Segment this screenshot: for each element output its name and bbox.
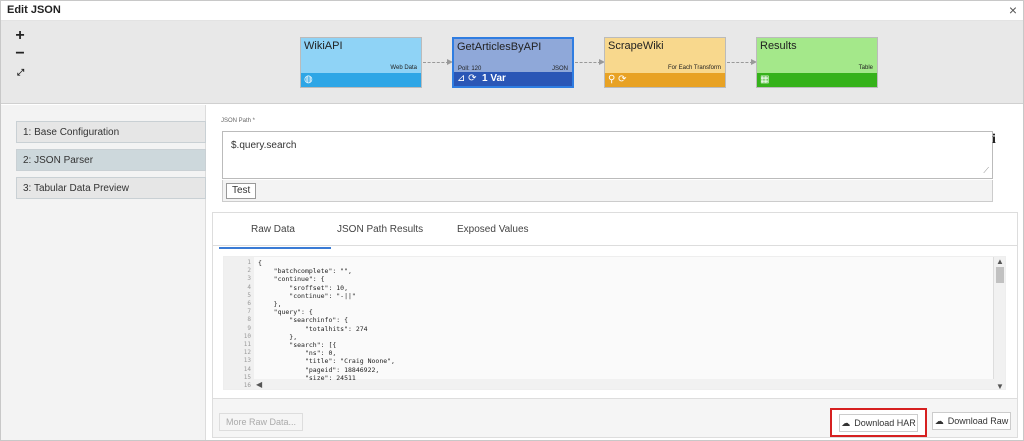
step-json-parser[interactable]: 2: JSON Parser [16, 149, 206, 171]
steps-sidebar: 1: Base Configuration 2: JSON Parser 3: … [1, 105, 206, 440]
line-number: 1 [247, 259, 251, 266]
download-har-button[interactable]: ☁ Download HAR [839, 414, 918, 432]
panel-footer: More Raw Data... ☁ Download HAR ☁ Download… [213, 398, 1017, 437]
test-button[interactable]: Test [226, 183, 257, 199]
node-status-bar: ⚲ ⟳ [605, 73, 725, 87]
tab-exposed-values[interactable]: Exposed Values [457, 224, 529, 235]
line-number: 16 [243, 382, 251, 389]
node-name: WikiAPI [304, 40, 343, 52]
flow-node-results[interactable]: Results Table ▦ [756, 37, 878, 88]
code-line: "continue": { [258, 275, 325, 284]
code-line: "search": [{ [258, 341, 337, 349]
node-name: Results [760, 40, 797, 52]
code-line: }, [258, 332, 298, 341]
dialog-title: Edit JSON [7, 4, 61, 16]
json-path-value: $.query.search [231, 140, 297, 151]
close-icon[interactable]: × [1009, 2, 1017, 18]
fit-screen-icon[interactable]: ⤢ [10, 63, 30, 81]
node-status-bar: ⊿ ⟳ 1 Var [454, 72, 572, 86]
step-tabular-data-preview[interactable]: 3: Tabular Data Preview [16, 177, 206, 199]
zoom-out-button[interactable]: − [10, 45, 30, 63]
download-raw-label: Download Raw [947, 416, 1009, 426]
node-name: GetArticlesByAPI [457, 41, 542, 53]
zoom-controls: + − ⤢ [10, 27, 30, 81]
tab-bar: Raw Data JSON Path Results Exposed Value… [213, 213, 1017, 249]
scroll-up-icon[interactable]: ▲ [996, 257, 1004, 266]
line-number: 4 [247, 283, 251, 291]
node-var-count: 1 Var [482, 73, 506, 84]
node-status-bar: ▦ [757, 73, 877, 87]
tab-json-path-results[interactable]: JSON Path Results [337, 224, 423, 235]
vertical-scrollbar[interactable]: ▲ ▼ [993, 257, 1005, 389]
node-type: For Each Transform [667, 65, 721, 71]
line-number: 14 [243, 365, 251, 373]
node-status-bar: ◍ [301, 73, 421, 87]
line-number: 5 [247, 291, 251, 299]
code-line: { [258, 259, 262, 267]
info-icon[interactable]: i [992, 132, 996, 148]
horizontal-scrollbar[interactable]: ◀ [254, 379, 995, 389]
line-number: 12 [243, 349, 251, 357]
globe-icon: ◍ [304, 74, 313, 85]
scroll-thumb[interactable] [996, 267, 1004, 283]
code-line: "size": 24511 [258, 373, 356, 382]
line-number: 8 [247, 316, 251, 324]
node-type: Table [858, 65, 873, 71]
json-path-input[interactable]: $.query.search ⟋ [222, 131, 993, 179]
line-number-gutter: 1 2 3 4 5 6 7 8 9 10 11 12 13 14 15 16 [224, 257, 254, 389]
json-path-label: JSON Path * [221, 118, 256, 124]
line-number: 15 [243, 373, 251, 381]
code-line: "sroffset": 10, [258, 283, 349, 292]
flow-node-wikiapi[interactable]: WikiAPI Web Data ◍ [300, 37, 422, 88]
raw-data-editor[interactable]: 1 2 3 4 5 6 7 8 9 10 11 12 13 14 15 16 ▲ ▼ ◀ { "batchco… [223, 256, 1006, 390]
flow-node-getarticlesbyapi[interactable]: GetArticlesByAPI Poll: 120 JSON ⊿ ⟳ 1 Va… [452, 37, 574, 88]
flow-connector [575, 59, 605, 65]
code-line: "ns": 0, [258, 349, 337, 358]
cloud-download-icon: ☁ [841, 418, 851, 428]
line-number: 10 [243, 332, 251, 340]
step-base-configuration[interactable]: 1: Base Configuration [16, 121, 206, 143]
line-number: 7 [247, 308, 251, 316]
line-number: 13 [243, 357, 251, 365]
flow-node-scrapewiki[interactable]: ScrapeWiki For Each Transform ⚲ ⟳ [604, 37, 726, 88]
code-line: "title": "Craig Noone", [258, 357, 395, 366]
code-line: "continue": "-||" [258, 291, 356, 300]
code-line: }, [258, 300, 282, 308]
line-number: 11 [243, 341, 251, 348]
test-bar: Test [222, 180, 993, 202]
flow-connector [423, 59, 453, 65]
more-raw-data-button[interactable]: More Raw Data... [219, 413, 304, 431]
code-line: "searchinfo": { [258, 316, 349, 325]
line-number: 9 [247, 324, 251, 332]
main-content: JSON Path * $.query.search ⟋ Test i Raw … [207, 105, 1023, 440]
code-line: "query": { [258, 308, 313, 317]
data-panel: Raw Data JSON Path Results Exposed Value… [212, 212, 1018, 438]
download-raw-button[interactable]: ☁ Download Raw [932, 412, 1011, 430]
dialog-titlebar: Edit JSON × [1, 1, 1023, 21]
tab-raw-data[interactable]: Raw Data [219, 224, 331, 249]
node-name: ScrapeWiki [608, 40, 664, 52]
flow-canvas: + − ⤢ WikiAPI Web Data ◍ GetArticlesByAP… [1, 21, 1023, 104]
rss-refresh-icon: ⊿ ⟳ [457, 73, 477, 84]
code-line: "pageid": 18846922, [258, 365, 380, 374]
code-line: "totalhits": 274 [258, 324, 368, 333]
resize-handle-icon[interactable]: ⟋ [983, 166, 989, 176]
download-har-highlight: ☁ Download HAR [830, 408, 927, 437]
download-har-label: Download HAR [854, 418, 916, 428]
transform-refresh-icon: ⚲ ⟳ [608, 74, 627, 85]
flow-connector [727, 59, 757, 65]
cloud-download-icon: ☁ [934, 416, 944, 426]
code-line: "batchcomplete": "", [258, 267, 352, 276]
line-number: 2 [247, 267, 251, 275]
line-number: 3 [247, 275, 251, 283]
edit-json-dialog: Edit JSON × + − ⤢ WikiAPI Web Data ◍ Get… [0, 0, 1024, 441]
table-icon: ▦ [760, 74, 770, 85]
scroll-down-icon[interactable]: ▼ [996, 382, 1004, 389]
node-type: Web Data [390, 65, 417, 71]
zoom-in-button[interactable]: + [10, 27, 30, 45]
line-number: 6 [247, 300, 251, 307]
